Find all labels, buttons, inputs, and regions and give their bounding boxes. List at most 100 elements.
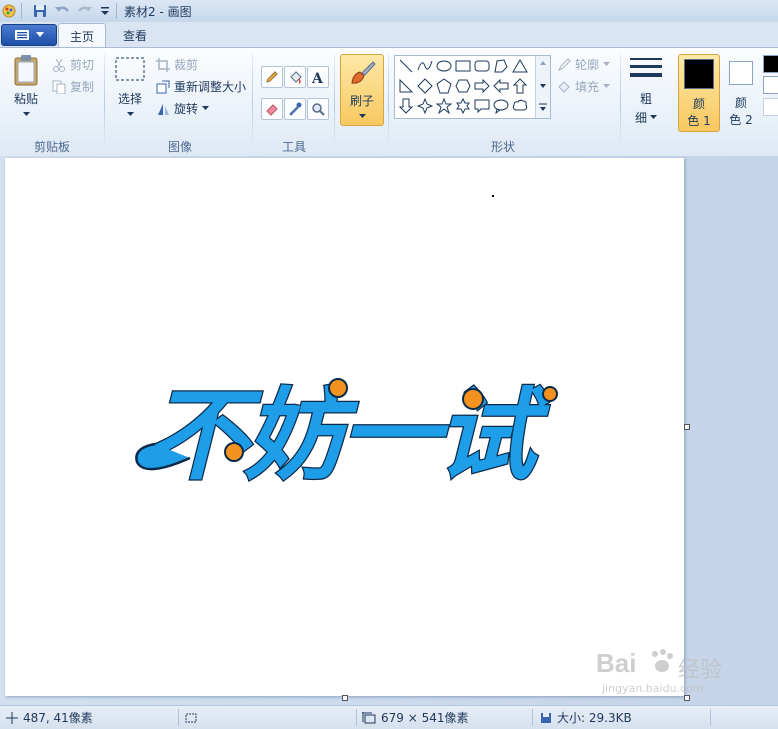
disk-icon [541,712,551,723]
palette-color-white[interactable] [763,76,778,94]
tab-home[interactable]: 主页 [58,23,106,48]
five-point-star-shape-icon[interactable] [435,97,453,115]
chevron-down-icon [358,114,366,118]
oval-shape-icon[interactable] [435,57,453,75]
orange-dot [542,386,558,402]
six-point-star-shape-icon[interactable] [454,97,472,115]
down-arrow-shape-icon[interactable] [397,97,415,115]
magnifier-icon [312,103,325,116]
canvas-resize-handle-right[interactable] [684,424,690,430]
qat-separator [21,3,22,19]
window-title: 素材2 - 画图 [124,5,192,19]
image-size-icon [362,711,376,723]
svg-text:A: A [311,71,324,84]
resize-icon [156,80,170,93]
fill-tool[interactable] [284,66,306,88]
status-file-size: 大小: 29.3KB [540,706,632,729]
eraser-tool[interactable] [261,98,283,120]
copy-icon [52,80,66,94]
resize-button[interactable]: 重新调整大小 [156,78,246,95]
canvas-resize-handle-corner[interactable] [684,695,690,701]
chevron-down-icon [603,62,611,66]
copy-button[interactable]: 复制 [52,78,94,95]
outline-pen-icon [557,57,571,71]
color2-button[interactable]: 颜 色 2 [722,54,760,130]
selection-size-icon [185,713,197,722]
line-width-icon [630,58,662,77]
fill-button[interactable]: 填充 [557,78,611,95]
left-arrow-shape-icon[interactable] [492,77,510,95]
up-arrow-shape-icon[interactable] [511,77,529,95]
group-label-shapes: 形状 [490,140,515,154]
redo-icon[interactable] [76,2,94,20]
cloud-callout-shape-icon[interactable] [511,97,529,115]
paint-app-icon[interactable] [0,2,18,20]
orange-dot [224,442,244,462]
pentagon-shape-icon[interactable] [435,77,453,95]
fill-bucket-icon [558,80,570,93]
text-tool[interactable]: A [307,66,329,88]
chevron-down-icon [126,112,134,116]
select-rectangle-icon [115,57,145,81]
save-icon[interactable] [31,2,49,20]
status-divider [710,709,711,726]
group-separator [620,54,621,152]
group-separator [104,54,105,152]
qat-customize-icon[interactable] [96,2,114,20]
size-button[interactable]: 粗 细 [626,56,666,136]
hexagon-shape-icon[interactable] [454,77,472,95]
shapes-gallery[interactable] [394,55,551,119]
diamond-shape-icon[interactable] [416,77,434,95]
chevron-down-icon [36,32,44,37]
color-picker-tool[interactable] [284,98,306,120]
text-a-icon: A [311,71,324,84]
cut-button[interactable]: 剪切 [52,56,94,73]
ribbon-home: 粘贴 剪切 复制 剪贴板 选择 裁剪 重新调整大小 旋转 图像 A 工具 刷子 … [0,47,778,157]
pencil-icon [266,71,278,83]
status-cursor-position: 487, 41像素 [6,706,93,729]
group-label-clipboard: 剪贴板 [33,140,70,154]
polygon-shape-icon[interactable] [492,57,510,75]
artwork-logo: 不妨一试 [135,376,558,495]
eyedropper-icon [289,102,302,116]
status-divider [356,709,357,726]
clipboard-icon [14,55,38,86]
group-label-image: 图像 [167,140,192,154]
orange-dot [462,388,484,410]
crop-icon [156,57,170,72]
rect-callout-shape-icon[interactable] [473,97,491,115]
group-separator [252,54,253,152]
palette-color-empty[interactable] [763,98,778,116]
brush-icon [351,61,376,84]
palette-color-black[interactable] [763,55,778,73]
menu-icon [15,30,29,40]
magnifier-tool[interactable] [307,98,329,120]
drawing-canvas[interactable]: 不妨一试 [5,158,684,696]
four-point-star-shape-icon[interactable] [416,97,434,115]
undo-icon[interactable] [53,2,71,20]
oval-callout-shape-icon[interactable] [492,97,510,115]
rounded-rectangle-shape-icon[interactable] [473,57,491,75]
chevron-down-icon [650,115,657,119]
pencil-tool[interactable] [261,66,283,88]
color1-button[interactable]: 颜 色 1 [678,54,720,132]
status-bar: 487, 41像素 679 × 541像素 大小: 29.3KB [0,705,778,729]
shapes-scrollbar[interactable] [535,56,550,118]
right-triangle-shape-icon[interactable] [397,77,415,95]
right-arrow-shape-icon[interactable] [473,77,491,95]
crop-button[interactable]: 裁剪 [156,56,198,73]
triangle-shape-icon[interactable] [511,57,529,75]
brushes-button[interactable]: 刷子 [340,54,384,126]
outline-button[interactable]: 轮廓 [557,56,611,73]
canvas-resize-handle-bottom[interactable] [342,695,348,701]
rectangle-shape-icon[interactable] [454,57,472,75]
rotate-icon [158,103,169,115]
paste-button[interactable]: 粘贴 [6,54,46,126]
tab-view[interactable]: 查看 [112,23,158,47]
title-bar: 素材2 - 画图 [0,0,778,23]
select-button[interactable]: 选择 [110,56,150,126]
line-shape-icon[interactable] [397,57,415,75]
paint-menu-button[interactable] [1,24,57,46]
rotate-button[interactable]: 旋转 [156,100,210,117]
curve-shape-icon[interactable] [416,57,434,75]
